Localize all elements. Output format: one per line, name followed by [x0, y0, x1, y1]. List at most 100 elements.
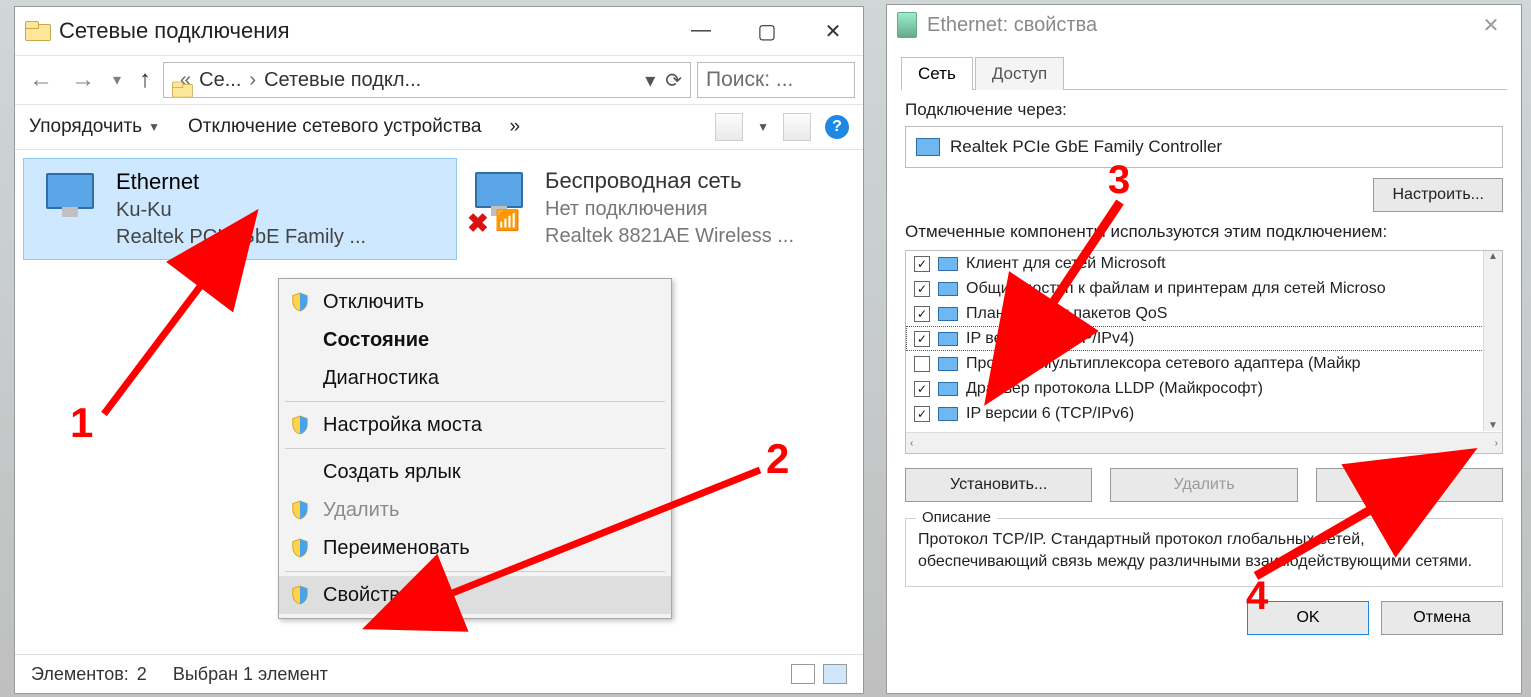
wifi-adapter-icon: ✖📶	[465, 166, 531, 232]
back-button[interactable]: ←	[23, 66, 59, 94]
history-dropdown[interactable]: ▾	[107, 70, 127, 90]
menu-item[interactable]: Переименовать	[279, 529, 671, 567]
address-bar[interactable]: « Се... › Сетевые подкл... ▾ ⟳	[163, 62, 691, 98]
connect-via-label: Подключение через:	[905, 100, 1503, 120]
close-button[interactable]: ✕	[813, 19, 853, 44]
refresh-button[interactable]: ⟳	[665, 68, 682, 93]
breadcrumb-current[interactable]: Сетевые подкл...	[264, 69, 421, 92]
menu-item-label: Настройка моста	[323, 414, 482, 437]
component-checkbox[interactable]: ✓	[914, 331, 930, 347]
menu-item-label: Создать ярлык	[323, 461, 461, 484]
connection-device: Realtek 8821AE Wireless ...	[545, 223, 794, 250]
menu-item[interactable]: Настройка моста	[279, 406, 671, 444]
menu-item[interactable]: Свойства	[279, 576, 671, 614]
component-checkbox[interactable]: ✓	[914, 381, 930, 397]
tiles-view-button[interactable]	[823, 664, 847, 684]
component-checkbox[interactable]	[914, 356, 930, 372]
menu-item[interactable]: Диагностика	[279, 359, 671, 397]
description-legend: Описание	[916, 509, 997, 526]
ethernet-adapter-icon	[36, 167, 102, 233]
search-placeholder: Поиск: ...	[706, 68, 793, 92]
component-item[interactable]: ✓ Общий доступ к файлам и принтерам для с…	[906, 276, 1502, 301]
disable-device-button[interactable]: Отключение сетевого устройства	[188, 116, 482, 138]
close-button[interactable]: ✕	[1471, 13, 1511, 38]
annotation-number-4: 4	[1246, 576, 1268, 616]
menu-item[interactable]: Состояние	[279, 321, 671, 359]
protocol-icon	[938, 282, 958, 296]
annotation-number-3: 3	[1108, 160, 1130, 200]
uninstall-button: Удалить	[1110, 468, 1297, 502]
chevron-down-icon: ▼	[148, 120, 160, 134]
component-checkbox[interactable]: ✓	[914, 256, 930, 272]
command-bar: Упорядочить ▼ Отключение сетевого устрой…	[15, 105, 863, 150]
annotation-number-2: 2	[766, 438, 789, 480]
forward-button[interactable]: →	[65, 66, 101, 94]
protocol-icon	[938, 407, 958, 421]
component-checkbox[interactable]: ✓	[914, 306, 930, 322]
connection-name: Ethernet	[116, 167, 366, 197]
component-label: Общий доступ к файлам и принтерам для се…	[966, 280, 1386, 298]
address-dropdown[interactable]: ▾	[645, 68, 655, 93]
preview-pane-button[interactable]	[783, 113, 811, 141]
search-input[interactable]: Поиск: ...	[697, 62, 855, 98]
component-checkbox[interactable]: ✓	[914, 406, 930, 422]
properties-button[interactable]: Свойства	[1316, 468, 1503, 502]
component-item[interactable]: ✓Драйвер протокола LLDP (Майкрософт)	[906, 376, 1502, 401]
connection-wireless[interactable]: ✖📶 Беспроводная сеть Нет подключения Rea…	[453, 158, 877, 258]
items-count: 2	[137, 664, 147, 685]
install-button[interactable]: Установить...	[905, 468, 1092, 502]
uac-shield-icon	[291, 415, 309, 435]
horizontal-scrollbar[interactable]: ‹›	[906, 432, 1502, 453]
connection-status: Ku-Ku	[116, 197, 366, 224]
chevron-down-icon[interactable]: ▼	[757, 120, 769, 134]
overflow-label: »	[510, 116, 521, 138]
breadcrumb-root[interactable]: Се...	[199, 69, 241, 92]
protocol-icon	[938, 307, 958, 321]
component-item[interactable]: ✓IP версии 4 (TCP/IPv4)	[906, 326, 1502, 351]
menu-item[interactable]: Создать ярлык	[279, 453, 671, 491]
titlebar: Ethernet: свойства ✕	[887, 5, 1521, 45]
minimize-button[interactable]: —	[681, 19, 721, 44]
connection-status: Нет подключения	[545, 196, 794, 223]
details-view-button[interactable]	[791, 664, 815, 684]
component-item[interactable]: ✓IP версии 6 (TCP/IPv6)	[906, 401, 1502, 426]
up-button[interactable]: ↑	[133, 66, 157, 94]
menu-separator	[285, 571, 665, 572]
menu-item[interactable]: Отключить	[279, 283, 671, 321]
folder-icon	[25, 19, 49, 43]
menu-item-label: Состояние	[323, 329, 429, 352]
menu-item-label: Удалить	[323, 499, 399, 522]
configure-button[interactable]: Настроить...	[1373, 178, 1503, 212]
menu-item-label: Диагностика	[323, 367, 439, 390]
component-item[interactable]: ✓ Клиент для сетей Microsoft	[906, 251, 1502, 276]
adapter-icon	[897, 12, 917, 38]
connection-name: Беспроводная сеть	[545, 166, 794, 196]
items-count-label: Элементов:	[31, 664, 129, 685]
wifi-signal-icon: 📶	[495, 208, 520, 233]
component-item[interactable]: ✓Планировщик пакетов QoS	[906, 301, 1502, 326]
help-button[interactable]: ?	[825, 115, 849, 139]
nic-icon	[916, 138, 940, 156]
maximize-button[interactable]: ▢	[747, 19, 787, 44]
components-listbox[interactable]: ✓ Клиент для сетей Microsoft ✓ Общий доступ…	[905, 250, 1503, 454]
adapter-name: Realtek PCIe GbE Family Controller	[950, 137, 1222, 157]
uac-shield-icon	[291, 538, 309, 558]
menu-separator	[285, 401, 665, 402]
component-label: Клиент для сетей Microsoft	[966, 255, 1166, 273]
overflow-menu[interactable]: »	[510, 116, 521, 138]
connection-device: Realtek PCIe GbE Family ...	[116, 224, 366, 251]
cancel-button[interactable]: Отмена	[1381, 601, 1503, 635]
protocol-icon	[938, 382, 958, 396]
component-item[interactable]: Протокол мультиплексора сетевого адаптер…	[906, 351, 1502, 376]
uac-shield-icon	[291, 585, 309, 605]
connection-ethernet[interactable]: Ethernet Ku-Ku Realtek PCIe GbE Family .…	[23, 158, 457, 260]
component-checkbox[interactable]: ✓	[914, 281, 930, 297]
tab-sharing[interactable]: Доступ	[975, 57, 1064, 90]
tab-network[interactable]: Сеть	[901, 57, 973, 90]
protocol-icon	[938, 332, 958, 346]
organize-menu[interactable]: Упорядочить ▼	[29, 116, 160, 138]
vertical-scrollbar[interactable]	[1483, 251, 1502, 431]
view-layout-button[interactable]	[715, 113, 743, 141]
ethernet-properties-dialog: Ethernet: свойства ✕ Сеть Доступ Подключ…	[886, 4, 1522, 694]
annotation-number-1: 1	[70, 402, 93, 444]
